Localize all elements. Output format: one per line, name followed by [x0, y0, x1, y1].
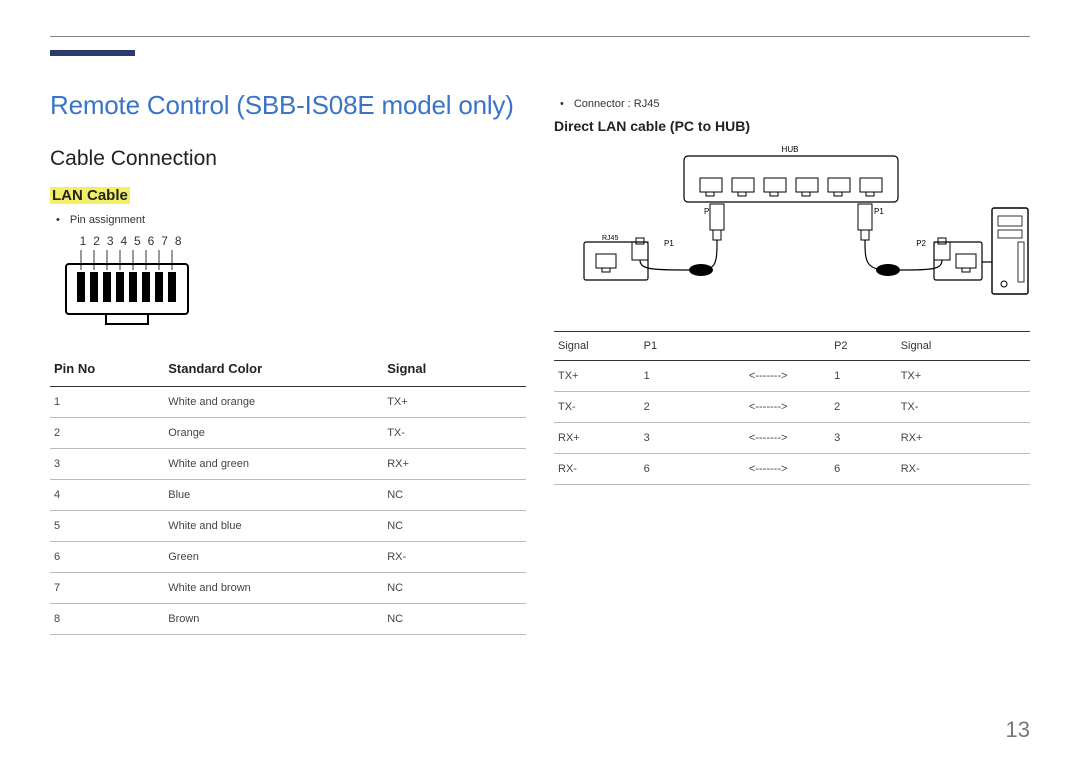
- label-p1: P1: [874, 207, 884, 216]
- pin-num: 7: [161, 234, 169, 248]
- cell-p2: 3: [830, 423, 897, 454]
- th-p2: P2: [830, 332, 897, 361]
- pin-num: 3: [106, 234, 114, 248]
- cell-signal: NC: [383, 480, 526, 511]
- left-column: Remote Control (SBB-IS08E model only) Ca…: [50, 90, 526, 723]
- left-bullet-list: Pin assignment: [56, 214, 526, 226]
- cell-arrow: <------->: [706, 454, 830, 485]
- page-title: Remote Control (SBB-IS08E model only): [50, 90, 526, 121]
- table-row: TX+1<------->1TX+: [554, 361, 1030, 392]
- cell-color: Orange: [164, 418, 383, 449]
- cell-p1: 3: [640, 423, 707, 454]
- cell-p2: 6: [830, 454, 897, 485]
- cell-sig-right: TX-: [897, 392, 1030, 423]
- cell-pin: 2: [50, 418, 164, 449]
- top-horizontal-rule: [50, 36, 1030, 37]
- cell-color: White and brown: [164, 573, 383, 604]
- th-signal-left: Signal: [554, 332, 640, 361]
- cell-signal: TX+: [383, 387, 526, 418]
- pin-num: 2: [93, 234, 101, 248]
- cell-signal: RX+: [383, 449, 526, 480]
- cell-color: White and orange: [164, 387, 383, 418]
- cell-p1: 2: [640, 392, 707, 423]
- cell-p2: 1: [830, 361, 897, 392]
- top-accent-bar: [50, 50, 135, 56]
- cell-sig-left: TX+: [554, 361, 640, 392]
- right-subhead: Direct LAN cable (PC to HUB): [554, 118, 1030, 134]
- cell-sig-right: RX-: [897, 454, 1030, 485]
- cell-pin: 6: [50, 542, 164, 573]
- label-hub: HUB: [782, 145, 799, 154]
- section-title: Cable Connection: [50, 147, 526, 171]
- cell-pin: 5: [50, 511, 164, 542]
- table-row: 4BlueNC: [50, 480, 526, 511]
- cell-pin: 7: [50, 573, 164, 604]
- cell-p2: 2: [830, 392, 897, 423]
- table-row: RX-6<------->6RX-: [554, 454, 1030, 485]
- table-row: 1White and orangeTX+: [50, 387, 526, 418]
- cell-color: Brown: [164, 604, 383, 635]
- content-area: Remote Control (SBB-IS08E model only) Ca…: [50, 90, 1030, 723]
- hub-diagram: HUB P2 P1: [554, 142, 1030, 317]
- label-p2-b: P2: [916, 239, 926, 248]
- pin-num: 8: [174, 234, 182, 248]
- label-p1-b: P1: [664, 239, 674, 248]
- th-signal-right: Signal: [897, 332, 1030, 361]
- bullet-pin-assignment: Pin assignment: [56, 214, 526, 226]
- cell-color: White and green: [164, 449, 383, 480]
- th-p1: P1: [640, 332, 707, 361]
- table-row: TX-2<------->2TX-: [554, 392, 1030, 423]
- cell-arrow: <------->: [706, 423, 830, 454]
- hub-svg: HUB P2 P1: [554, 142, 1034, 312]
- cell-color: Blue: [164, 480, 383, 511]
- table-row: 6GreenRX-: [50, 542, 526, 573]
- table-row: 5White and blueNC: [50, 511, 526, 542]
- cell-pin: 1: [50, 387, 164, 418]
- cell-sig-right: RX+: [897, 423, 1030, 454]
- th-standard-color: Standard Color: [164, 353, 383, 387]
- rj45-svg: [62, 250, 202, 328]
- rj45-connector-diagram: 1 2 3 4 5 6 7 8: [62, 234, 526, 333]
- right-bullet-list: Connector : RJ45: [560, 98, 1030, 110]
- cell-signal: NC: [383, 573, 526, 604]
- pin-num: 6: [147, 234, 155, 248]
- cell-sig-left: RX-: [554, 454, 640, 485]
- bullet-connector-rj45: Connector : RJ45: [560, 98, 1030, 110]
- cell-pin: 4: [50, 480, 164, 511]
- th-signal: Signal: [383, 353, 526, 387]
- right-column: Connector : RJ45 Direct LAN cable (PC to…: [554, 90, 1030, 723]
- pin-num: 1: [79, 234, 87, 248]
- pin-number-row: 1 2 3 4 5 6 7 8: [79, 234, 526, 248]
- table-row: 2OrangeTX-: [50, 418, 526, 449]
- cell-signal: NC: [383, 604, 526, 635]
- cell-p1: 1: [640, 361, 707, 392]
- th-arrow: [706, 332, 830, 361]
- cell-sig-left: RX+: [554, 423, 640, 454]
- pin-num: 5: [133, 234, 141, 248]
- cell-pin: 3: [50, 449, 164, 480]
- cell-arrow: <------->: [706, 361, 830, 392]
- cell-color: White and blue: [164, 511, 383, 542]
- table-row: 8BrownNC: [50, 604, 526, 635]
- subsection-title: LAN Cable: [50, 187, 130, 204]
- cell-sig-right: TX+: [897, 361, 1030, 392]
- cell-arrow: <------->: [706, 392, 830, 423]
- cell-signal: TX-: [383, 418, 526, 449]
- cell-pin: 8: [50, 604, 164, 635]
- cell-signal: NC: [383, 511, 526, 542]
- cell-signal: RX-: [383, 542, 526, 573]
- label-rj45: RJ45: [602, 235, 618, 242]
- table-row: 7White and brownNC: [50, 573, 526, 604]
- cell-p1: 6: [640, 454, 707, 485]
- th-pin-no: Pin No: [50, 353, 164, 387]
- signal-mapping-table: Signal P1 P2 Signal TX+1<------->1TX+TX-…: [554, 331, 1030, 485]
- table-row: 3White and greenRX+: [50, 449, 526, 480]
- table-row: RX+3<------->3RX+: [554, 423, 1030, 454]
- cell-sig-left: TX-: [554, 392, 640, 423]
- page-number: 13: [1006, 717, 1030, 743]
- pin-assignment-table: Pin No Standard Color Signal 1White and …: [50, 353, 526, 635]
- cell-color: Green: [164, 542, 383, 573]
- pin-num: 4: [120, 234, 128, 248]
